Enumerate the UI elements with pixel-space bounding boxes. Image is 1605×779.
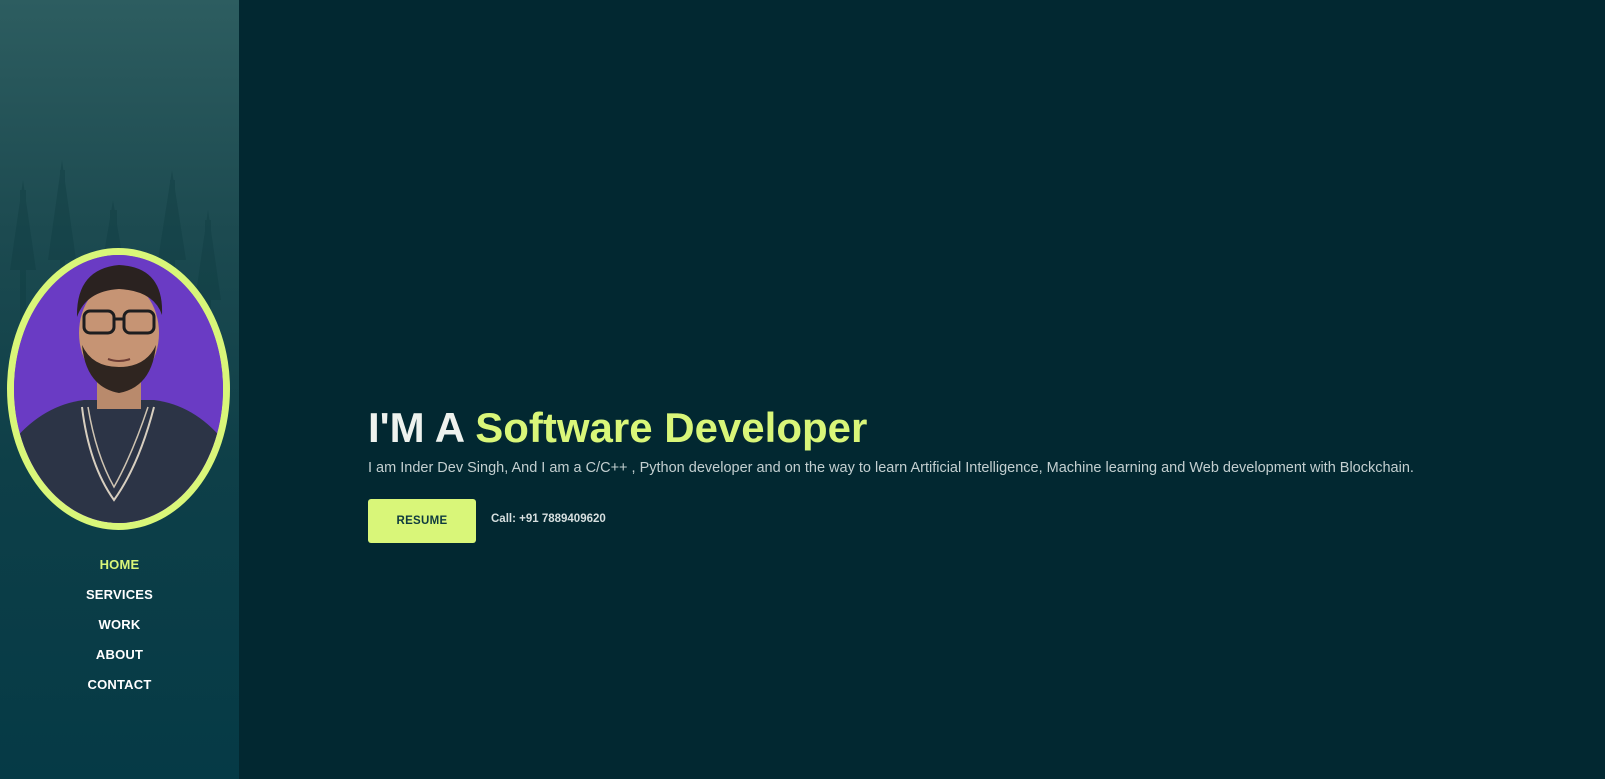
sidebar: HOME SERVICES WORK ABOUT CONTACT	[0, 0, 239, 779]
nav-item-home[interactable]: HOME	[0, 555, 239, 585]
nav-item-work[interactable]: WORK	[0, 615, 239, 645]
hero-title: I'M A Software Developer	[368, 402, 867, 454]
nav-item-services[interactable]: SERVICES	[0, 585, 239, 615]
resume-button[interactable]: RESUME	[368, 499, 476, 543]
hero-title-prefix: I'M A	[368, 404, 476, 451]
nav-item-about[interactable]: ABOUT	[0, 645, 239, 675]
main-nav: HOME SERVICES WORK ABOUT CONTACT	[0, 555, 239, 705]
call-phone-link[interactable]: Call: +91 7889409620	[491, 513, 606, 525]
profile-photo	[14, 255, 223, 523]
avatar	[7, 248, 230, 530]
nav-item-contact[interactable]: CONTACT	[0, 675, 239, 705]
hero-section: I'M A Software Developer I am Inder Dev …	[239, 0, 1605, 779]
hero-description: I am Inder Dev Singh, And I am a C/C++ ,…	[368, 460, 1414, 476]
hero-title-accent: Software Developer	[475, 404, 868, 451]
